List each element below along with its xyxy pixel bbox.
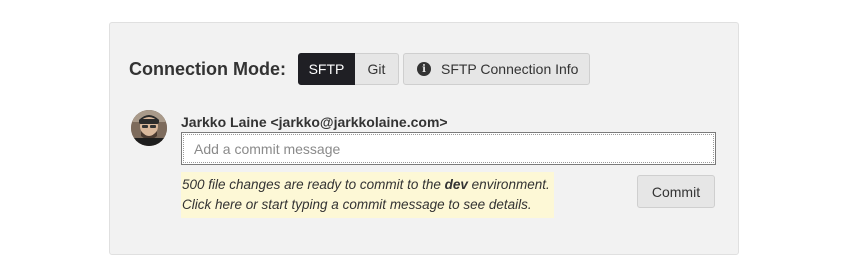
notice-prefix: 500 file changes are ready to commit to … (182, 177, 445, 192)
info-circle-icon: i (416, 62, 431, 76)
sftp-connection-info-button[interactable]: i SFTP Connection Info (402, 53, 590, 85)
notice-suffix: environment. (467, 177, 550, 192)
user-avatar-icon (131, 110, 167, 146)
git-mode-button[interactable]: Git (354, 53, 399, 85)
sftp-mode-button[interactable]: SFTP (297, 53, 355, 85)
commit-message-input[interactable] (181, 132, 716, 165)
sftp-connection-info-label: SFTP Connection Info (440, 61, 579, 77)
commit-author: Jarkko Laine <jarkko@jarkkolaine.com> (181, 114, 448, 130)
connection-mode-toggle: SFTP Git (297, 53, 399, 85)
connection-mode-label: Connection Mode: (129, 58, 286, 79)
environment-name: dev (444, 177, 468, 192)
connection-panel: Connection Mode: SFTP Git i SFTP Connect… (109, 22, 739, 255)
notice-line-2: Click here or start typing a commit mess… (182, 197, 532, 212)
avatar (131, 110, 167, 146)
commit-notice[interactable]: 500 file changes are ready to commit to … (181, 172, 554, 218)
connection-mode-row: Connection Mode: SFTP Git i SFTP Connect… (129, 53, 590, 85)
commit-button[interactable]: Commit (637, 175, 715, 208)
